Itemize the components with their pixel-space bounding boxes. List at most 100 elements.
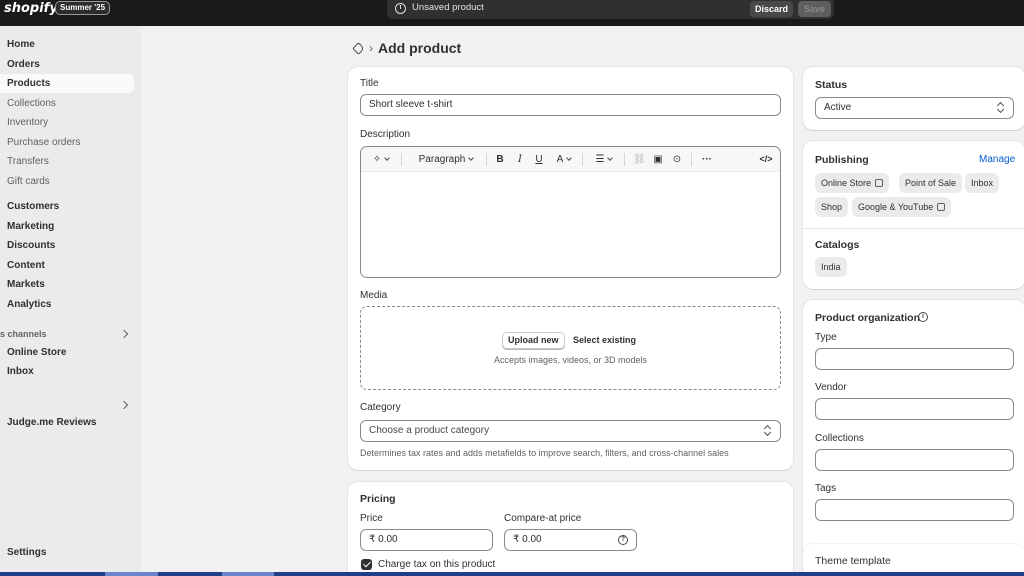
status-card: Status Active — [803, 67, 1024, 130]
bold-icon[interactable]: B — [495, 152, 505, 167]
divider — [803, 228, 1024, 229]
description-label: Description — [360, 129, 411, 140]
apps-chevron-right-icon[interactable] — [119, 400, 129, 410]
type-label: Type — [815, 332, 837, 343]
title-input[interactable]: Short sleeve t-shirt — [360, 94, 781, 116]
pricing-heading: Pricing — [360, 493, 396, 505]
price-input[interactable]: ₹ 0.00 — [360, 529, 493, 551]
channel-chip: Google & YouTube — [852, 197, 952, 217]
underline-icon[interactable]: U — [534, 152, 544, 167]
ai-magic-icon[interactable]: ✧ — [369, 152, 393, 167]
select-arrows-icon — [997, 102, 1005, 114]
sidebar-item-judgeme-reviews[interactable]: Judge.me Reviews — [0, 413, 134, 432]
status-select[interactable]: Active — [815, 97, 1014, 119]
sidebar-item-discounts[interactable]: Discounts — [0, 236, 134, 255]
catalog-name: India — [821, 262, 841, 272]
tags-input[interactable] — [815, 499, 1014, 521]
paragraph-format-dropdown[interactable]: Paragraph — [414, 152, 478, 167]
channel-chip: Online Store — [815, 173, 890, 193]
catalogs-heading: Catalogs — [815, 239, 860, 251]
product-details-card: Title Short sleeve t-shirt Description ✧… — [348, 67, 793, 470]
calendar-icon[interactable] — [875, 179, 884, 187]
media-dropzone[interactable]: Upload new Select existing Accepts image… — [360, 306, 781, 390]
sales-channels-label: s channels — [0, 329, 47, 339]
channel-chip: Shop — [815, 197, 849, 217]
shopify-logo[interactable]: shopify — [4, 1, 58, 16]
select-existing-button[interactable]: Select existing — [573, 335, 636, 345]
edition-badge[interactable]: Summer '25 — [55, 1, 111, 15]
breadcrumb-separator: › — [369, 41, 373, 55]
sidebar-item-markets[interactable]: Markets — [0, 275, 134, 294]
unsaved-changes-bar: Unsaved product Discard Save — [387, 0, 834, 19]
sidebar-item-marketing[interactable]: Marketing — [0, 217, 134, 236]
pricing-card: Pricing Price ₹ 0.00 Compare-at price ₹ … — [348, 482, 793, 576]
sidebar-item-analytics[interactable]: Analytics — [0, 295, 134, 314]
video-icon[interactable]: ⊙ — [671, 152, 683, 167]
compare-at-price-value: ₹ 0.00 — [513, 534, 542, 545]
sidebar-item-inventory[interactable]: Inventory — [0, 113, 134, 132]
collections-input[interactable] — [815, 449, 1014, 471]
status-heading: Status — [815, 79, 848, 91]
sidebar-item-home[interactable]: Home — [0, 35, 134, 54]
image-icon[interactable]: ▣ — [652, 152, 664, 167]
category-label: Category — [360, 402, 401, 413]
sidebar: Home Orders Products Collections Invento… — [0, 26, 141, 572]
sales-channels-section[interactable]: s channels — [0, 326, 134, 342]
category-select[interactable]: Choose a product category — [360, 420, 781, 442]
vendor-label: Vendor — [815, 382, 847, 393]
sidebar-item-inbox[interactable]: Inbox — [0, 362, 134, 381]
os-taskbar — [0, 572, 1024, 576]
more-icon[interactable]: ··· — [699, 152, 715, 167]
charge-tax-checkbox[interactable] — [361, 559, 372, 570]
status-value: Active — [824, 102, 852, 113]
description-editor[interactable]: ✧ Paragraph B I U A ☰ ⛓ ▣ ⊙ ··· </> — [360, 146, 781, 278]
sidebar-item-customers[interactable]: Customers — [0, 197, 134, 216]
help-circle-icon[interactable]: ? — [618, 535, 628, 545]
media-label: Media — [360, 290, 388, 301]
calendar-icon[interactable] — [937, 203, 946, 211]
top-bar: shopify Summer '25 Unsaved product Disca… — [0, 0, 1024, 26]
text-color-label: A — [556, 154, 564, 165]
align-icon[interactable]: ☰ — [592, 152, 616, 167]
product-organization-card: Product organization i Type Vendor Colle… — [803, 300, 1024, 557]
main-content: › Add product Title Short sleeve t-shirt… — [141, 26, 1024, 576]
sidebar-item-online-store[interactable]: Online Store — [0, 343, 134, 362]
link-icon[interactable]: ⛓ — [633, 152, 646, 167]
unsaved-message: Unsaved product — [412, 2, 484, 13]
sidebar-item-gift-cards[interactable]: Gift cards — [0, 172, 134, 191]
taskbar-app-icon[interactable] — [105, 572, 158, 576]
product-tag-icon[interactable] — [352, 42, 365, 55]
italic-icon[interactable]: I — [515, 152, 525, 167]
publishing-card: Publishing Manage Online Store Point of … — [803, 141, 1024, 289]
taskbar-app-icon[interactable] — [222, 572, 274, 576]
discard-button[interactable]: Discard — [750, 1, 793, 17]
type-input[interactable] — [815, 348, 1014, 370]
alert-circle-icon — [395, 3, 406, 14]
price-label: Price — [360, 513, 383, 524]
compare-at-price-input[interactable]: ₹ 0.00 ? — [504, 529, 637, 551]
editor-toolbar: ✧ Paragraph B I U A ☰ ⛓ ▣ ⊙ ··· </> — [361, 147, 780, 172]
sidebar-item-products[interactable]: Products — [0, 74, 134, 93]
sidebar-item-collections[interactable]: Collections — [0, 94, 134, 113]
sidebar-item-settings[interactable]: Settings — [0, 543, 134, 562]
info-icon[interactable]: i — [918, 312, 928, 322]
paragraph-format-label: Paragraph — [418, 154, 466, 165]
channel-name: Shop — [821, 202, 843, 212]
text-color-icon[interactable]: A — [553, 152, 575, 167]
sidebar-item-orders[interactable]: Orders — [0, 55, 134, 74]
upload-new-button[interactable]: Upload new — [502, 332, 565, 349]
manage-link[interactable]: Manage — [979, 154, 1015, 165]
vendor-input[interactable] — [815, 398, 1014, 420]
sidebar-item-transfers[interactable]: Transfers — [0, 152, 134, 171]
save-button[interactable]: Save — [798, 1, 831, 17]
publishing-heading: Publishing — [815, 154, 869, 166]
channel-name: Google & YouTube — [858, 202, 934, 212]
channel-name: Inbox — [971, 178, 994, 188]
sidebar-item-content[interactable]: Content — [0, 256, 134, 275]
catalog-chip: India — [815, 257, 847, 277]
charge-tax-label: Charge tax on this product — [378, 559, 496, 570]
sidebar-item-purchase-orders[interactable]: Purchase orders — [0, 133, 134, 152]
code-view-icon[interactable]: </> — [758, 152, 774, 167]
theme-template-heading: Theme template — [815, 555, 891, 567]
channel-name: Online Store — [821, 178, 872, 188]
